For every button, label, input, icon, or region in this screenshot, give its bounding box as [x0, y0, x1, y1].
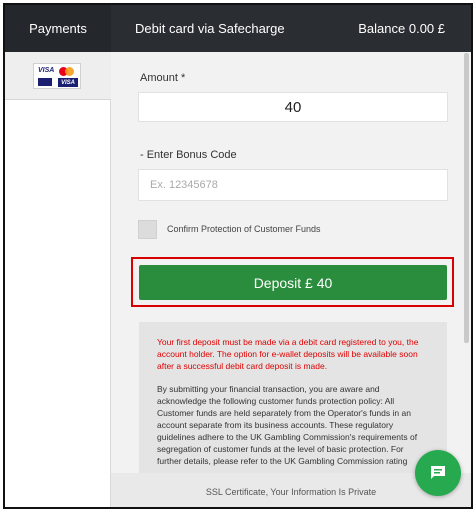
confirm-protection-label: Confirm Protection of Customer Funds: [167, 224, 321, 234]
funds-protection-policy: By submitting your financial transaction…: [157, 384, 418, 466]
chat-button[interactable]: [415, 450, 461, 496]
amount-input[interactable]: 40: [138, 92, 448, 122]
confirm-protection-checkbox[interactable]: [138, 220, 157, 239]
payment-methods-sidebar: VISA VISA: [5, 52, 111, 507]
amount-label: Amount *: [140, 72, 186, 84]
bonus-code-input[interactable]: Ex. 12345678: [138, 169, 448, 201]
payments-label: Payments: [5, 5, 111, 52]
deposit-form: Amount * 40 - Enter Bonus Code Ex. 12345…: [111, 52, 471, 482]
funds-protection-info: Your first deposit must be made via a de…: [139, 322, 447, 482]
chat-icon: [431, 466, 445, 479]
bonus-code-label: - Enter Bonus Code: [140, 149, 237, 161]
balance-display: Balance 0.00 £: [358, 21, 445, 36]
payment-window: Payments Debit card via Safecharge Balan…: [3, 3, 473, 509]
header-bar: Payments Debit card via Safecharge Balan…: [5, 5, 471, 52]
scrollbar[interactable]: [464, 53, 469, 343]
page-title: Debit card via Safecharge: [135, 21, 285, 36]
visa-mastercard-logo-icon: VISA VISA: [33, 63, 81, 89]
first-deposit-warning: Your first deposit must be made via a de…: [157, 337, 419, 371]
payment-method-debit-card[interactable]: VISA VISA: [5, 52, 111, 100]
deposit-button[interactable]: Deposit £ 40: [139, 265, 447, 300]
